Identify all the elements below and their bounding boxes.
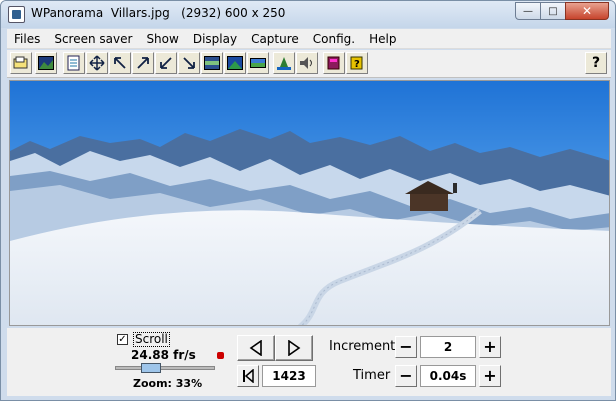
open-icon[interactable] — [10, 52, 32, 74]
move-icon[interactable] — [86, 52, 108, 74]
increment-plus-button[interactable]: + — [479, 336, 501, 358]
book-icon[interactable] — [323, 52, 345, 74]
help-button[interactable]: ? — [585, 52, 607, 74]
app-icon[interactable] — [8, 6, 25, 23]
toolbar: ? ? — [7, 50, 611, 78]
arrow-sw-icon[interactable] — [155, 52, 177, 74]
minimize-button[interactable]: — — [515, 2, 541, 20]
timer-minus-button[interactable]: − — [395, 365, 417, 387]
indicator-icon — [217, 352, 224, 359]
timer-plus-button[interactable]: + — [479, 365, 501, 387]
frame-rate: 24.88 fr/s — [131, 348, 196, 362]
triangle-right-icon — [288, 340, 301, 356]
skip-start-icon — [243, 369, 254, 383]
zoom-label: Zoom: 33% — [133, 377, 203, 390]
scroll-checkbox[interactable]: ✓ — [117, 334, 128, 345]
window-controls: — □ ✕ — [515, 2, 609, 20]
triangle-left-icon — [249, 340, 262, 356]
menu-help[interactable]: Help — [362, 29, 403, 49]
picture-icon[interactable] — [35, 52, 57, 74]
increment-minus-button[interactable]: − — [395, 336, 417, 358]
timer-label: Timer — [353, 368, 391, 383]
timer-field[interactable]: 0.04s — [420, 365, 476, 387]
menu-capture[interactable]: Capture — [244, 29, 306, 49]
zoom-slider-track[interactable] — [115, 366, 215, 370]
menu-config[interactable]: Config. — [306, 29, 362, 49]
panorama-image — [10, 81, 609, 325]
arrow-nw-icon[interactable] — [109, 52, 131, 74]
menu-show[interactable]: Show — [139, 29, 185, 49]
app-window: WPanorama Villars.jpg (2932) 600 x 250 —… — [0, 0, 616, 401]
arrow-ne-icon[interactable] — [132, 52, 154, 74]
menu-screen-saver[interactable]: Screen saver — [47, 29, 139, 49]
go-start-button[interactable] — [237, 365, 259, 387]
panorama-view[interactable] — [9, 80, 610, 326]
scroll-right-button[interactable] — [275, 335, 313, 361]
scroll-label[interactable]: Scroll — [133, 332, 170, 347]
zoom-slider-thumb[interactable] — [141, 363, 162, 373]
arrow-se-icon[interactable] — [178, 52, 200, 74]
position-field[interactable]: 1423 — [262, 365, 316, 387]
wide-icon[interactable] — [247, 52, 269, 74]
sound-icon[interactable] — [296, 52, 318, 74]
menu-files[interactable]: Files — [7, 29, 47, 49]
menu-bar: Files Screen saver Show Display Capture … — [7, 29, 611, 49]
menu-display[interactable]: Display — [186, 29, 244, 49]
window-title: WPanorama Villars.jpg (2932) 600 x 250 — [31, 6, 286, 20]
scroll-left-button[interactable] — [237, 335, 275, 361]
svg-text:?: ? — [354, 59, 360, 70]
close-button[interactable]: ✕ — [565, 2, 609, 20]
maximize-button[interactable]: □ — [540, 2, 566, 20]
increment-field[interactable]: 2 — [420, 336, 476, 358]
level-icon[interactable] — [273, 52, 295, 74]
strip-icon[interactable] — [201, 52, 223, 74]
document-icon[interactable] — [63, 52, 85, 74]
increment-label: Increment — [329, 339, 396, 354]
control-panel: ✓ Scroll 24.88 fr/s Zoom: 33% 1423 Incre… — [7, 328, 611, 396]
fit-icon[interactable] — [224, 52, 246, 74]
title-bar[interactable]: WPanorama Villars.jpg (2932) 600 x 250 —… — [1, 1, 615, 28]
help-book-icon[interactable]: ? — [346, 52, 368, 74]
